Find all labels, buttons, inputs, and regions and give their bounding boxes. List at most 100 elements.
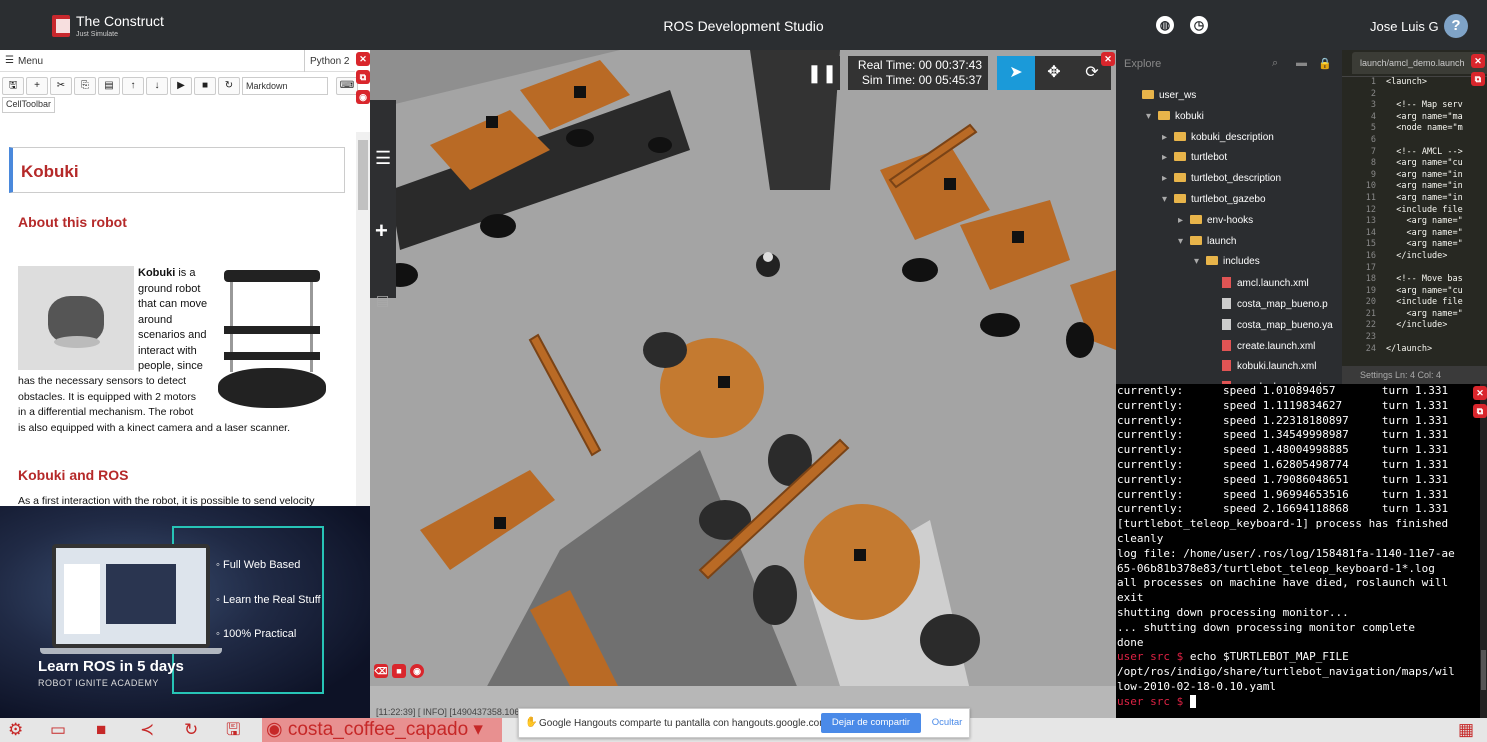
close-icon[interactable]: ✕ <box>1101 52 1115 66</box>
tree-item[interactable]: ▾ includes <box>1194 256 1260 267</box>
terminal[interactable]: currently: speed 1.010894057 turn 1.331 … <box>1116 384 1480 718</box>
move-up-icon[interactable]: ↑ <box>122 77 144 95</box>
refresh-icon[interactable]: ↻ <box>184 718 198 742</box>
chevron-icon[interactable]: ▾ <box>1194 256 1206 267</box>
menu-button[interactable]: Menu <box>18 56 43 67</box>
cursor <box>1189 694 1197 708</box>
section-heading-about: About this robot <box>18 214 127 230</box>
save-icon[interactable]: 🖫 <box>226 718 240 742</box>
code-editor[interactable]: launch/amcl_demo.launch 1 2 3 4 5 6 7 8 … <box>1342 50 1487 384</box>
sim-time: Sim Time: 00 05:45:37 <box>861 73 982 87</box>
tree-item[interactable]: ▸ env-hooks <box>1178 214 1253 226</box>
tree-item[interactable]: ▸ kobuki_description <box>1162 131 1274 143</box>
stop-icon[interactable]: ■ <box>194 77 216 95</box>
tree-item[interactable]: create.launch.xml <box>1210 339 1315 352</box>
page-title: Kobuki <box>21 162 79 181</box>
line-numbers: 1 2 3 4 5 6 7 8 9 10 11 12 13 14 15 16 1… <box>1365 77 1376 354</box>
code-content[interactable]: <launch> <!-- Map serv <arg name="ma <no… <box>1386 77 1463 355</box>
file-icon <box>1222 277 1231 289</box>
close-icon[interactable]: ✕ <box>356 52 370 66</box>
simulation-scene[interactable] <box>370 50 1116 718</box>
keyboard-icon[interactable]: ⌨ <box>336 77 358 95</box>
popout-icon[interactable]: ⧉ <box>1471 72 1485 86</box>
chevron-icon[interactable]: ▸ <box>1178 215 1190 226</box>
menu-icon[interactable]: ☰ <box>5 55 14 66</box>
laptop-image <box>52 544 210 648</box>
cell-type-select[interactable]: Markdown <box>242 77 328 95</box>
hide-button[interactable]: Ocultar <box>927 713 967 733</box>
tree-item-label: amcl.launch.xml <box>1237 278 1309 290</box>
folder-icon <box>1142 90 1154 99</box>
move-down-icon[interactable]: ↓ <box>146 77 168 95</box>
stop-icon[interactable]: ■ <box>392 664 406 678</box>
share-icon[interactable]: ≺ <box>140 718 154 742</box>
kobuki-photo <box>18 266 134 370</box>
tree-item[interactable]: kobuki.launch.xml <box>1210 360 1316 372</box>
tree-item-label: costa_map_bueno.ya <box>1237 319 1333 331</box>
eraser-icon[interactable]: ⌫ <box>374 664 388 678</box>
folder-icon <box>1174 194 1186 203</box>
tree-item-label: user_ws <box>1159 90 1197 101</box>
clock-icon[interactable]: ◷ <box>1190 16 1208 34</box>
help-button[interactable]: ? <box>1444 14 1468 38</box>
notebook-content: Kobuki About this robot Kobuki is a grou… <box>0 132 356 506</box>
menu-icon[interactable]: ☰ <box>375 148 391 169</box>
chevron-icon[interactable]: ▸ <box>1162 132 1174 143</box>
view-icon[interactable]: ◉ <box>410 664 424 678</box>
popout-icon[interactable]: ⧉ <box>1473 404 1487 418</box>
translate-tool-icon[interactable]: ✥ <box>1035 56 1073 90</box>
hide-icon[interactable]: ◉ <box>356 90 370 104</box>
camera-icon[interactable]: ■ <box>96 718 106 742</box>
chevron-icon[interactable]: ▾ <box>1146 111 1158 122</box>
run-icon[interactable]: ▶ <box>170 77 192 95</box>
globe-icon[interactable]: ◍ <box>1156 16 1174 34</box>
ros-text: As a first interaction with the robot, i… <box>18 495 315 506</box>
tree-item[interactable]: costa_map_bueno.p <box>1210 298 1328 310</box>
tree-item-label: kobuki <box>1175 110 1204 122</box>
tree-item[interactable]: ▾ launch <box>1178 235 1236 247</box>
editor-status: Settings Ln: 4 Col: 4 <box>1342 366 1487 384</box>
gazebo-viewport[interactable]: ☰ + ▤ ❚❚ Real Time: 00 00:37:43 Sim Time… <box>370 50 1116 718</box>
editor-tab[interactable]: launch/amcl_demo.launch <box>1352 52 1487 74</box>
layers-icon[interactable]: ▤ <box>376 292 389 309</box>
save-icon[interactable]: 🖫 <box>2 77 24 95</box>
add-icon[interactable]: + <box>375 218 388 244</box>
cell-toolbar-label[interactable]: CellToolbar <box>2 97 56 113</box>
academy-ad[interactable]: ◦ Full Web Based ◦ Learn the Real Stuff … <box>0 506 370 718</box>
tree-item[interactable]: ▾ turtlebot_gazebo <box>1162 194 1266 205</box>
popout-icon[interactable]: ⧉ <box>356 70 370 84</box>
project-selector[interactable]: ◉ costa_coffee_capado ▾ <box>262 718 502 742</box>
file-icon <box>1222 360 1231 372</box>
chevron-icon[interactable]: ▸ <box>1162 173 1174 184</box>
chevron-icon[interactable]: ▾ <box>1162 194 1174 205</box>
paste-icon[interactable]: ▤ <box>98 77 120 95</box>
tree-item[interactable]: ▾ kobuki <box>1146 110 1204 122</box>
folder-icon <box>1190 214 1202 224</box>
tree-item-label: turtlebot_description <box>1191 173 1282 185</box>
grid-icon[interactable]: ▦ <box>1458 718 1474 742</box>
sim-tools: ➤ ✥ ⟳ <box>997 56 1111 90</box>
title-cell[interactable]: Kobuki <box>9 147 345 193</box>
pause-button[interactable]: ❚❚ <box>804 56 840 90</box>
tree-item[interactable]: ▸ turtlebot <box>1162 152 1227 163</box>
tree-item[interactable]: ▸ turtlebot_description <box>1162 173 1281 184</box>
terminal-prompt: user src $ <box>1117 650 1184 664</box>
user-name[interactable]: Jose Luis G <box>1370 19 1439 34</box>
select-tool-icon[interactable]: ➤ <box>997 56 1035 90</box>
cut-icon[interactable]: ✂ <box>50 77 72 95</box>
tree-item[interactable]: amcl.launch.xml <box>1210 277 1309 289</box>
tree-item[interactable]: user_ws <box>1130 90 1196 101</box>
tree-item-label: costa_map_bueno.p <box>1237 299 1328 310</box>
restart-icon[interactable]: ↻ <box>218 77 240 95</box>
close-icon[interactable]: ✕ <box>1473 386 1487 400</box>
stop-sharing-button[interactable]: Dejar de compartir <box>821 713 921 733</box>
copy-icon[interactable]: ⎘ <box>74 77 96 95</box>
robot-icon[interactable]: ⚙ <box>8 718 23 742</box>
close-icon[interactable]: ✕ <box>1471 54 1485 68</box>
chevron-icon[interactable]: ▾ <box>1178 236 1190 247</box>
chevron-icon[interactable]: ▸ <box>1162 152 1174 163</box>
notebook-scrollbar[interactable] <box>356 132 370 506</box>
monitor-icon[interactable]: ▭ <box>50 718 66 742</box>
insert-cell-icon[interactable]: + <box>26 77 48 95</box>
tree-item[interactable]: costa_map_bueno.ya <box>1210 318 1333 331</box>
